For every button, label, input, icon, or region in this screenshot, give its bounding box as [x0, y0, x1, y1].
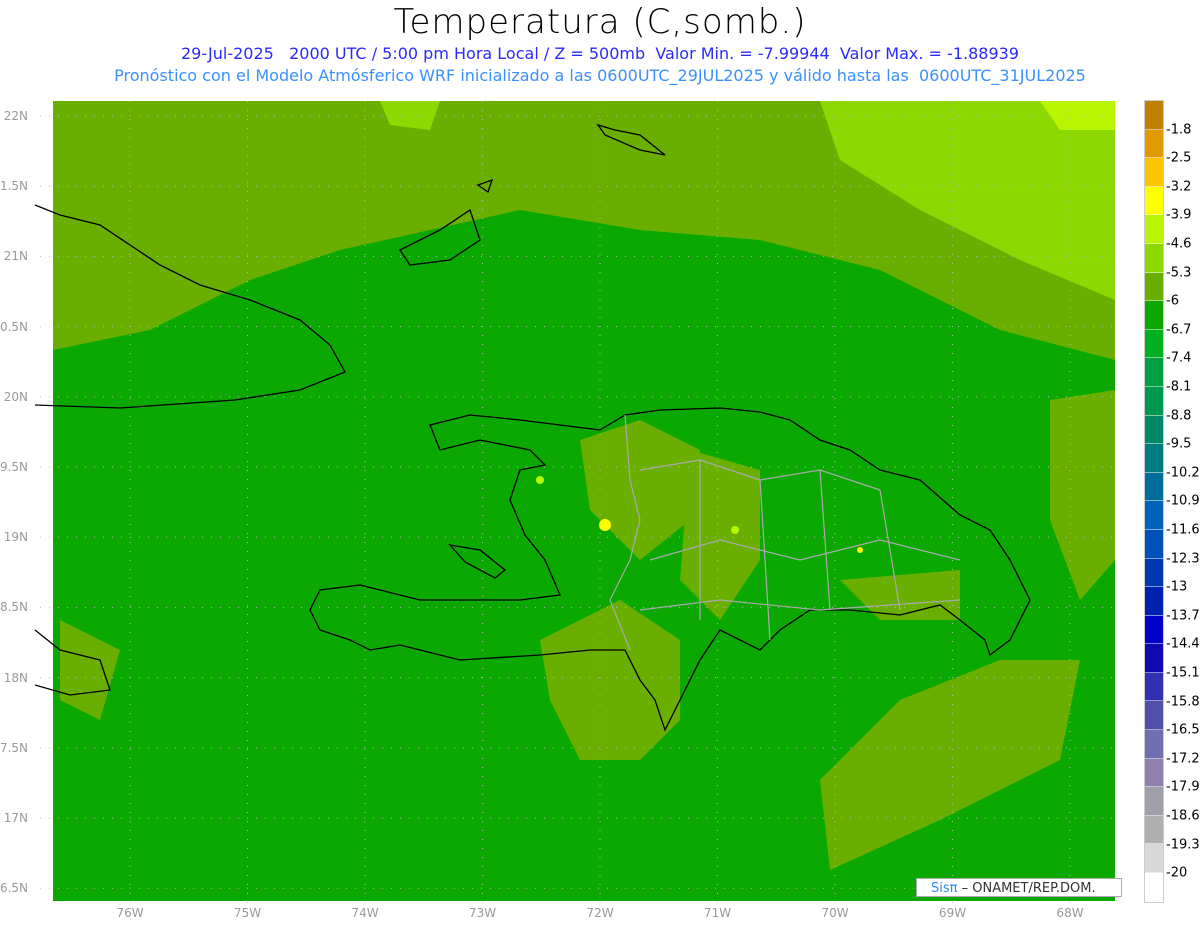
colorbar-label: -13.7 [1166, 608, 1200, 624]
temperature-map [34, 101, 1115, 905]
lon-tick-label: 75W [233, 906, 262, 920]
lat-tick-label: 22N [3, 109, 28, 123]
lon-tick-label: 70W [821, 906, 849, 920]
colorbar-swatch [1145, 472, 1163, 502]
lon-tick-label: 71W [703, 906, 732, 920]
colorbar-swatch [1145, 358, 1163, 387]
colorbar-swatch [1145, 672, 1163, 702]
colorbar-swatch [1145, 529, 1163, 559]
colorbar-swatch [1145, 844, 1163, 874]
colorbar-label: -14.4 [1166, 636, 1200, 652]
colorbar-label: -8.1 [1166, 379, 1192, 395]
colorbar-swatch [1145, 329, 1163, 359]
colorbar-label: -2.5 [1166, 150, 1192, 166]
colorbar-label: -6 [1166, 293, 1179, 309]
lat-tick-label: 21N [3, 249, 28, 264]
credit-box: Sisπ – ONAMET/REP.DOM. [916, 878, 1122, 897]
colorbar-label: -17.9 [1166, 779, 1200, 795]
colorbar-label: -7.4 [1166, 350, 1192, 366]
colorbar-swatch [1145, 615, 1163, 645]
colorbar-label: -10.9 [1166, 493, 1200, 509]
colorbar [1144, 100, 1164, 903]
colorbar-swatch [1145, 558, 1163, 588]
chart-title: Temperatura (C,somb.) [393, 2, 807, 42]
colorbar-label: -3.9 [1166, 207, 1192, 223]
colorbar-swatch [1145, 787, 1163, 816]
colorbar-label: -9.5 [1166, 436, 1192, 452]
colorbar-swatch [1145, 644, 1163, 673]
colorbar-label: -1.8 [1166, 122, 1192, 138]
colorbar-label: -8.8 [1166, 408, 1192, 424]
credit-text: – ONAMET/REP.DOM. [957, 881, 1096, 896]
colorbar-label: -20 [1166, 865, 1188, 881]
lon-tick-label: 72W [586, 906, 614, 920]
colorbar-swatch [1145, 815, 1163, 845]
lon-tick-label: 76W [116, 906, 144, 920]
lon-tick-label: 74W [351, 906, 379, 920]
lon-tick-label: 73W [468, 906, 497, 920]
lat-tick-label: 18N [3, 670, 28, 685]
colorbar-swatch [1145, 158, 1163, 187]
colorbar-label: -12.3 [1166, 551, 1200, 567]
colorbar-swatch [1145, 101, 1163, 130]
colorbar-label: -5.3 [1166, 265, 1192, 281]
colorbar-swatch [1145, 501, 1163, 530]
colorbar-swatch [1145, 758, 1163, 788]
colorbar-swatch [1145, 243, 1163, 273]
lat-tick-label: 6.5N [0, 881, 28, 896]
colorbar-label: -4.6 [1166, 236, 1192, 252]
colorbar-label: -15.8 [1166, 694, 1200, 710]
colorbar-label: -3.2 [1166, 179, 1192, 195]
colorbar-swatch [1145, 701, 1163, 731]
lat-tick-label: 7.5N [0, 740, 28, 755]
colorbar-label: -6.7 [1166, 322, 1192, 338]
colorbar-swatch [1145, 301, 1163, 330]
colorbar-swatch [1145, 415, 1163, 445]
colorbar-label: -16.5 [1166, 722, 1200, 738]
colorbar-label: -19.3 [1166, 837, 1200, 853]
lat-tick-label: 17N [3, 811, 28, 825]
colorbar-swatch [1145, 873, 1163, 902]
colorbar-label: -11.6 [1166, 522, 1200, 538]
sispi-logo: Sisπ [931, 881, 958, 896]
lat-tick-label: 0.5N [0, 319, 28, 334]
colorbar-swatch [1145, 215, 1163, 244]
colorbar-swatch [1145, 587, 1163, 616]
lat-tick-label: 9.5N [0, 460, 28, 474]
lat-tick-label: 20N [3, 389, 28, 404]
colorbar-swatch [1145, 186, 1163, 216]
lat-tick-label: 8.5N [0, 600, 28, 615]
colorbar-label: -15.1 [1166, 665, 1200, 681]
lon-tick-label: 68W [1056, 906, 1084, 920]
model-info: Pronóstico con el Modelo Atmósferico WRF… [114, 66, 1086, 85]
colorbar-swatch [1145, 730, 1163, 759]
colorbar-swatch [1145, 444, 1163, 473]
lat-tick-label: 1.5N [0, 179, 28, 194]
colorbar-label: -10.2 [1166, 465, 1200, 481]
colorbar-swatch [1145, 272, 1163, 302]
lat-tick-label: 19N [3, 530, 28, 545]
colorbar-swatch [1145, 386, 1163, 416]
colorbar-label: -18.6 [1166, 808, 1200, 824]
colorbar-label: -17.2 [1166, 751, 1200, 767]
colorbar-label: -13 [1166, 579, 1188, 595]
colorbar-swatch [1145, 129, 1163, 159]
lon-tick-label: 69W [938, 906, 967, 920]
valid-time-info: 29-Jul-2025 2000 UTC / 5:00 pm Hora Loca… [181, 44, 1019, 63]
